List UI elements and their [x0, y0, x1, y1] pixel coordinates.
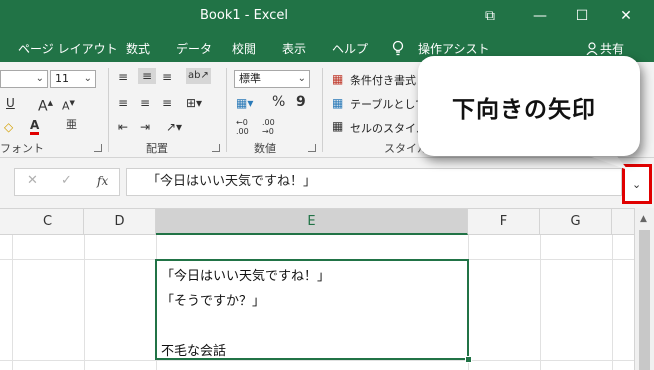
expand-formula-bar-button[interactable]: ⌄ — [622, 164, 652, 204]
phonetic-guide-icon[interactable]: 亜 — [66, 118, 77, 132]
group-label-font: フォント — [0, 142, 44, 155]
increase-font-size-icon[interactable]: A▲ — [38, 96, 53, 114]
column-header-d[interactable]: D — [84, 209, 156, 235]
chevron-down-icon: ⌄ — [297, 73, 306, 84]
worksheet-grid[interactable]: 「今日はいい天気ですね！」 「そうですか？」 不毛な会話 — [0, 235, 634, 370]
gridline — [0, 360, 634, 361]
orientation-icon[interactable]: ab↗ — [186, 68, 211, 84]
tell-me-search[interactable]: 操作アシスト — [418, 40, 490, 57]
window-title: Book1 - Excel — [200, 8, 289, 23]
formula-bar: ✕ ✓ fx 「今日はいい天気ですね！」 — [0, 158, 654, 208]
group-label-number: 数値 — [254, 142, 276, 155]
align-left-icon[interactable]: ≡ — [118, 96, 128, 110]
column-header-g[interactable]: G — [540, 209, 612, 235]
insert-function-button[interactable]: fx — [97, 174, 108, 188]
cell-styles-button[interactable]: セルのスタイル — [350, 120, 427, 136]
comma-style-button[interactable]: 9 — [296, 95, 306, 109]
tab-page-layout[interactable]: ページ レイアウト — [18, 40, 118, 57]
scrollbar-thumb[interactable] — [639, 230, 650, 370]
enter-icon[interactable]: ✓ — [61, 173, 72, 188]
currency-format-icon[interactable]: ▦▾ — [236, 96, 253, 110]
percent-style-button[interactable]: % — [272, 95, 285, 109]
orientation-menu-icon[interactable]: ↗▾ — [166, 120, 182, 134]
cell-text-line: 不毛な会話 — [161, 344, 227, 359]
font-color-icon[interactable]: A — [30, 118, 40, 135]
gridline — [12, 235, 13, 370]
lightbulb-icon — [392, 40, 404, 56]
font-name-dropdown[interactable]: ⌄ — [0, 70, 48, 88]
chevron-down-icon: ⌄ — [632, 178, 642, 191]
font-dialog-launcher[interactable] — [94, 144, 102, 152]
active-cell[interactable]: 「今日はいい天気ですね！」 「そうですか？」 不毛な会話 — [155, 259, 472, 363]
fill-handle[interactable] — [465, 356, 472, 363]
align-top-icon[interactable]: ≡ — [118, 70, 128, 84]
tab-review[interactable]: 校閲 — [232, 40, 256, 57]
title-bar: Book1 - Excel ⧉ — ☐ ✕ — [0, 0, 654, 34]
vertical-scrollbar[interactable]: ▲ — [634, 208, 654, 370]
scroll-up-icon[interactable]: ▲ — [640, 214, 647, 224]
align-right-icon[interactable]: ≡ — [162, 96, 172, 110]
tab-data[interactable]: データ — [176, 40, 212, 57]
decrease-decimal-button[interactable]: .00 →0 — [262, 118, 284, 136]
minimize-button[interactable]: — — [530, 6, 550, 26]
maximize-button[interactable]: ☐ — [572, 6, 592, 26]
separator — [322, 68, 323, 152]
font-size-dropdown[interactable]: 11 ⌄ — [50, 70, 96, 88]
align-center-icon[interactable]: ≡ — [140, 96, 150, 110]
format-as-table-icon: ▦ — [332, 96, 344, 110]
person-icon — [586, 42, 598, 55]
align-middle-icon[interactable]: ≡ — [138, 68, 157, 84]
conditional-format-button[interactable]: 条件付き書式 — [350, 72, 416, 88]
gridline — [540, 235, 541, 370]
cell-text-line: 「今日はいい天気ですね！」 — [161, 269, 331, 284]
fill-color-icon[interactable]: ◇ — [4, 120, 13, 134]
chevron-down-icon: ⌄ — [83, 73, 92, 84]
separator — [108, 68, 109, 152]
increase-decimal-button[interactable]: ←0 .00 — [236, 118, 258, 136]
formula-input[interactable]: 「今日はいい天気ですね！」 — [126, 168, 622, 196]
share-button[interactable]: 共有 — [600, 40, 624, 57]
separator — [226, 68, 227, 152]
font-size-value: 11 — [55, 72, 69, 85]
tab-formulas[interactable]: 数式 — [126, 40, 150, 57]
formula-bar-controls: ✕ ✓ fx — [14, 168, 120, 196]
number-format-dropdown[interactable]: 標準 ⌄ — [234, 70, 310, 88]
cell-styles-icon: ▦ — [332, 119, 344, 133]
ribbon-display-options-button[interactable]: ⧉ — [480, 6, 500, 26]
underline-icon[interactable]: U — [6, 96, 15, 110]
number-format-value: 標準 — [239, 72, 261, 85]
annotation-callout-text: 下向きの矢印 — [452, 97, 596, 123]
increase-indent-icon[interactable]: ⇥ — [140, 120, 150, 134]
column-header-e[interactable]: E — [156, 209, 468, 235]
chevron-down-icon: ⌄ — [35, 73, 44, 84]
conditional-format-icon: ▦ — [332, 72, 344, 86]
gridline — [612, 235, 613, 370]
merge-center-icon[interactable]: ⊞▾ — [186, 96, 202, 110]
close-button[interactable]: ✕ — [616, 6, 636, 26]
column-header-partial[interactable] — [0, 209, 12, 235]
tab-view[interactable]: 表示 — [282, 40, 306, 57]
cell-text-line: 「そうですか？」 — [161, 294, 266, 309]
alignment-dialog-launcher[interactable] — [212, 144, 220, 152]
column-headers: C D E F G — [0, 208, 634, 235]
cancel-icon[interactable]: ✕ — [27, 173, 38, 188]
column-header-c[interactable]: C — [12, 209, 84, 235]
number-dialog-launcher[interactable] — [308, 144, 316, 152]
tab-help[interactable]: ヘルプ — [332, 40, 368, 57]
decrease-font-size-icon[interactable]: A▼ — [62, 96, 75, 114]
group-label-alignment: 配置 — [146, 142, 168, 155]
gridline — [84, 235, 85, 370]
decrease-indent-icon[interactable]: ⇤ — [118, 120, 128, 134]
align-bottom-icon[interactable]: ≡ — [162, 70, 172, 84]
column-header-f[interactable]: F — [468, 209, 540, 235]
